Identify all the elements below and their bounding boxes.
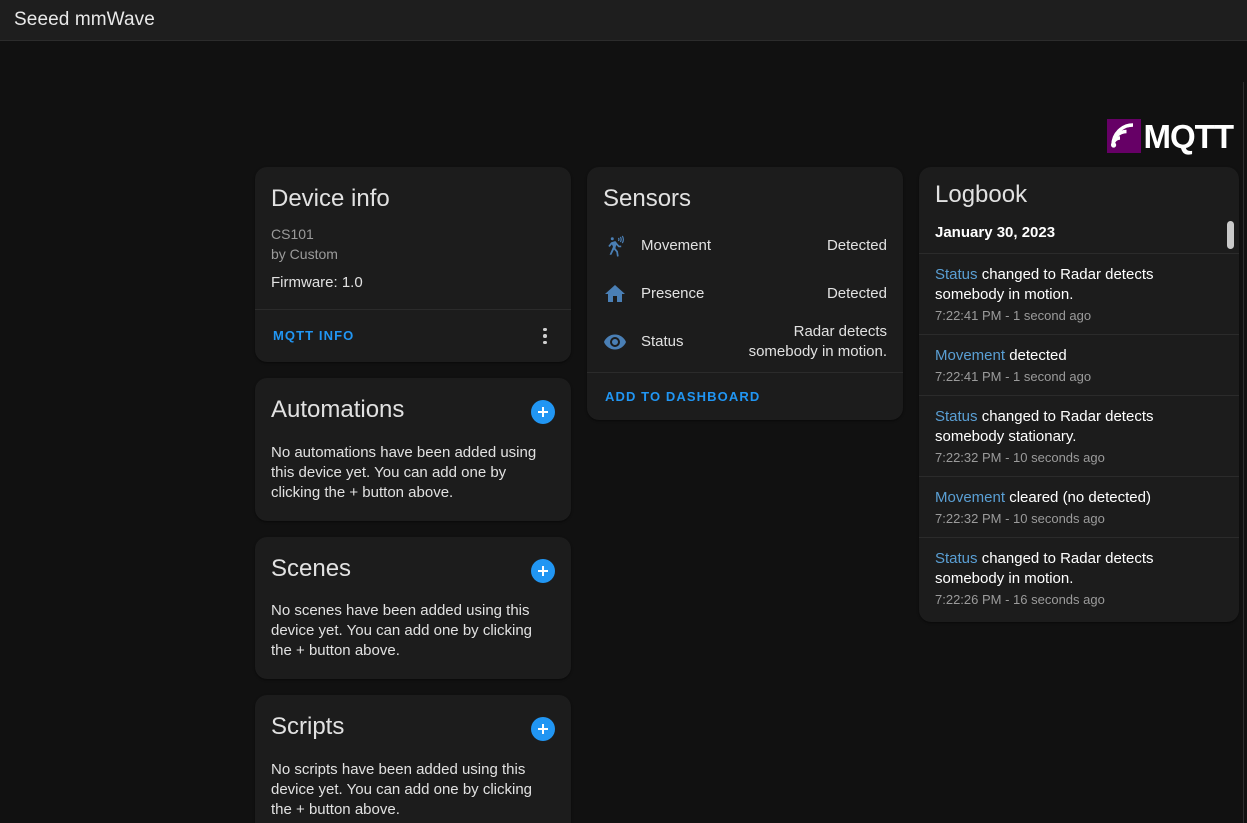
device-model: CS101 [271, 225, 314, 242]
logbook-entity-link[interactable]: Movement [935, 347, 1005, 364]
eye-icon [603, 330, 627, 354]
logbook-entry-text: Movement detected [935, 346, 1213, 366]
app-header: Seeed mmWave [0, 0, 1247, 41]
scripts-body: No scripts have been added using this de… [255, 742, 571, 823]
logbook-date-header: January 30, 2023 [935, 223, 1056, 241]
right-column: Logbook January 30, 2023 Status changed … [919, 167, 1239, 622]
logbook-scrollbar-thumb[interactable] [1227, 221, 1234, 249]
sensor-value: Radar detects somebody in motion. [748, 322, 887, 360]
logbook-scrollbar[interactable] [1227, 221, 1234, 551]
dot [543, 334, 547, 338]
logbook-entity-link[interactable]: Movement [935, 489, 1005, 506]
automations-card: Automations No automations have been add… [255, 377, 571, 521]
device-info-header: Device info [255, 167, 571, 214]
automations-header: Automations [255, 378, 571, 425]
device-info-title: Device info [271, 185, 390, 212]
sensors-header: Sensors [587, 167, 903, 214]
sensor-row-status[interactable]: Status Radar detects somebody in motion. [603, 318, 887, 366]
logbook-header: Logbook [919, 167, 1239, 210]
scenes-empty-text: No scenes have been added using this dev… [271, 602, 533, 660]
mqtt-logo: MQTT [1106, 115, 1234, 157]
dot [543, 340, 547, 345]
scenes-header: Scenes [255, 537, 571, 584]
logbook-entry-text: Movement cleared (no detected) [935, 488, 1213, 508]
page-content: MQTT Device info CS101 by Custom Firmwar… [0, 41, 1247, 823]
logbook-card: Logbook January 30, 2023 Status changed … [919, 167, 1239, 622]
plus-icon [538, 406, 548, 417]
sensor-name: Status [641, 333, 684, 351]
device-info-actions: MQTT INFO [255, 308, 571, 362]
scripts-card: Scripts No scripts have been added using… [255, 695, 571, 823]
automations-title: Automations [271, 395, 405, 423]
add-scene-button[interactable] [531, 558, 555, 583]
logbook-entity-link[interactable]: Status [935, 408, 978, 425]
sensor-value: Detected [826, 284, 887, 302]
sensor-name: Movement [641, 237, 712, 255]
sensors-title: Sensors [603, 185, 692, 212]
motion-sensor-icon [603, 234, 627, 258]
device-manufacturer: by Custom [271, 245, 338, 262]
sensors-card: Sensors Movement Detected Presence Detec… [587, 167, 903, 420]
logbook-entity-link[interactable]: Status [935, 266, 978, 283]
logbook-entry[interactable]: Status changed to Radar detects somebody… [919, 252, 1239, 334]
plus-icon [538, 724, 548, 735]
sensor-name: Presence [641, 285, 705, 303]
logbook-entry[interactable]: Movement cleared (no detected) 7:22:32 P… [919, 475, 1239, 537]
logbook-entries: Status changed to Radar detects somebody… [919, 252, 1239, 618]
sensor-row-movement[interactable]: Movement Detected [603, 222, 887, 270]
add-script-button[interactable] [531, 717, 555, 742]
scripts-empty-text: No scripts have been added using this de… [271, 761, 533, 819]
logbook-entry-time: 7:22:26 PM - 16 seconds ago [935, 591, 1105, 607]
device-firmware: Firmware: 1.0 [271, 273, 363, 291]
plus-icon [538, 565, 548, 576]
left-column: Device info CS101 by Custom Firmware: 1.… [255, 167, 571, 823]
device-info-body: CS101 by Custom Firmware: 1.0 [255, 214, 571, 309]
logbook-title: Logbook [935, 181, 1028, 208]
middle-column: Sensors Movement Detected Presence Detec… [587, 167, 903, 420]
sensors-list: Movement Detected Presence Detected Stat… [587, 214, 903, 372]
page-title: Seeed mmWave [14, 9, 155, 30]
logbook-entry-time: 7:22:41 PM - 1 second ago [935, 307, 1092, 323]
sensors-actions: ADD TO DASHBOARD [587, 371, 903, 420]
device-info-card: Device info CS101 by Custom Firmware: 1.… [255, 167, 571, 362]
logbook-entry-time: 7:22:32 PM - 10 seconds ago [935, 510, 1105, 526]
logbook-entity-link[interactable]: Status [935, 550, 978, 567]
add-automation-button[interactable] [531, 399, 555, 424]
logbook-entry-message: cleared (no detected) [1005, 488, 1151, 506]
more-vertical-icon[interactable] [533, 324, 557, 348]
mqtt-wordmark: MQTT [1143, 117, 1234, 155]
logbook-entry-text: Status changed to Radar detects somebody… [935, 407, 1213, 447]
logbook-entry[interactable]: Status changed to Radar detects somebody… [919, 536, 1239, 618]
logbook-entry[interactable]: Movement detected 7:22:41 PM - 1 second … [919, 333, 1239, 395]
logbook-entry[interactable]: Status changed to Radar detects somebody… [919, 394, 1239, 476]
logbook-entry-text: Status changed to Radar detects somebody… [935, 549, 1213, 589]
cards-container: Device info CS101 by Custom Firmware: 1.… [255, 167, 1239, 823]
logbook-entry-message: detected [1005, 346, 1067, 364]
sensor-row-presence[interactable]: Presence Detected [603, 270, 887, 318]
scenes-title: Scenes [271, 554, 352, 582]
automations-body: No automations have been added using thi… [255, 425, 571, 521]
logbook-entry-time: 7:22:32 PM - 10 seconds ago [935, 449, 1105, 465]
mqtt-info-button[interactable]: MQTT INFO [271, 326, 356, 345]
scripts-header: Scripts [255, 695, 571, 742]
mqtt-radar-icon [1106, 119, 1141, 153]
logbook-entry-text: Status changed to Radar detects somebody… [935, 265, 1213, 305]
scenes-body: No scenes have been added using this dev… [255, 583, 571, 679]
sensor-value: Detected [826, 236, 887, 254]
add-to-dashboard-button[interactable]: ADD TO DASHBOARD [603, 387, 762, 406]
dot [543, 327, 547, 332]
logbook-entry-time: 7:22:41 PM - 1 second ago [935, 368, 1092, 384]
automations-empty-text: No automations have been added using thi… [271, 443, 537, 501]
page-scrollbar[interactable] [1243, 82, 1247, 823]
home-icon [603, 282, 627, 306]
scripts-title: Scripts [271, 713, 345, 741]
scenes-card: Scenes No scenes have been added using t… [255, 536, 571, 680]
